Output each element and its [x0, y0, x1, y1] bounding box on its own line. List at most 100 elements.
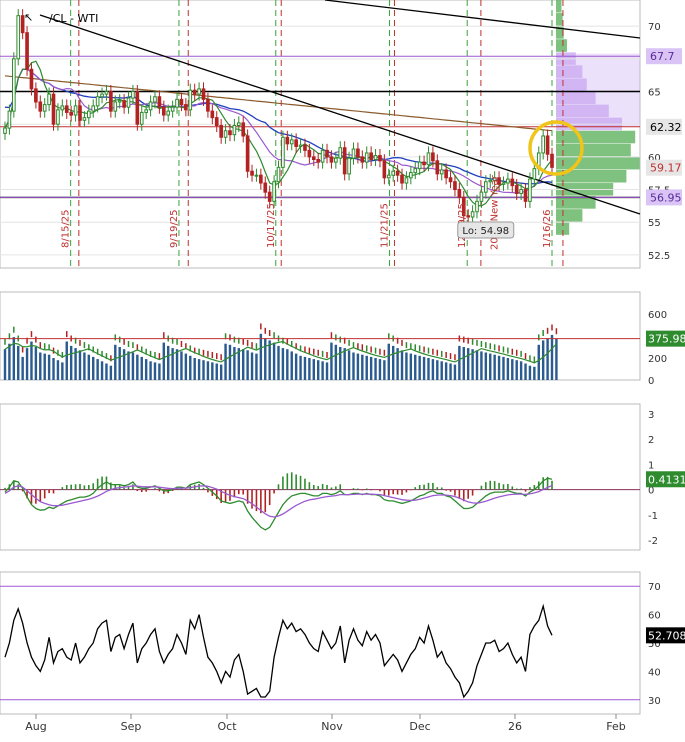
- candle-body: [91, 105, 96, 112]
- rsi-tick-label: 30: [648, 696, 661, 707]
- volume-bar: [52, 358, 55, 380]
- volume-bar: [272, 342, 276, 380]
- candle-body: [126, 97, 131, 108]
- candle: [135, 84, 140, 131]
- candle-body: [519, 189, 523, 194]
- candle-body: [86, 110, 91, 119]
- volume-bar: [39, 352, 42, 380]
- volume-bar: [149, 361, 152, 380]
- volume-bar: [87, 354, 91, 380]
- last-price-tag: 59.17: [650, 162, 682, 175]
- candle-body: [298, 144, 303, 147]
- candle-body: [431, 152, 435, 162]
- volume-bar: [321, 361, 324, 380]
- candle-body: [113, 101, 118, 112]
- symbol-title: /CL - WTI: [49, 12, 98, 25]
- volume-bar: [312, 359, 316, 380]
- candle-body: [51, 93, 56, 125]
- volume-bar: [511, 359, 514, 380]
- volume-bar: [167, 345, 170, 380]
- candle-body: [82, 117, 87, 121]
- rsi-tick-label: 70: [648, 582, 661, 593]
- candle-body: [104, 91, 109, 95]
- candle-body: [73, 105, 78, 116]
- candle-body: [117, 100, 122, 103]
- volume-bar: [294, 353, 298, 380]
- volume-bar: [61, 362, 64, 380]
- volume-bar: [528, 365, 532, 380]
- candle-body: [479, 191, 484, 202]
- volume-bar: [489, 353, 492, 380]
- candle-body: [285, 136, 290, 145]
- date-marker-label: 11/21/25: [380, 203, 391, 248]
- volume-bar: [414, 354, 417, 380]
- volume-bar: [158, 363, 161, 380]
- candle-body: [192, 89, 197, 95]
- candle: [281, 130, 285, 174]
- volume-bar: [374, 358, 377, 380]
- macd-axis-labels: -2-101230.41314: [646, 410, 685, 547]
- macd-tick-label: -1: [648, 511, 658, 522]
- volume-bar: [369, 356, 373, 380]
- volume-bar: [136, 354, 139, 380]
- volume-bar: [34, 347, 38, 380]
- candle-body: [201, 88, 206, 100]
- candle-body: [254, 174, 259, 177]
- candle-body: [56, 109, 60, 125]
- volume-bar: [175, 349, 179, 380]
- candle-body: [135, 91, 140, 125]
- candle-body: [351, 148, 356, 159]
- volume-profile-bar: [556, 39, 567, 52]
- candle-body: [453, 181, 457, 191]
- rsi-panel: 304050607052.708: [0, 571, 685, 715]
- candle-body: [153, 96, 157, 103]
- volume-bar: [444, 362, 448, 380]
- low-tag-label: Lo: 54.98: [462, 226, 509, 237]
- candle-body: [409, 172, 413, 179]
- candle-body: [219, 125, 223, 138]
- volume-tick-label: 0: [648, 376, 654, 387]
- month-label: Feb: [606, 720, 625, 733]
- volume-bar: [299, 355, 302, 380]
- volume-bar: [246, 350, 249, 380]
- volume-bar: [427, 358, 430, 380]
- candle-body: [422, 161, 426, 166]
- volume-bar: [281, 348, 285, 380]
- candle-body: [276, 166, 281, 183]
- chart-stage: 52.55557.56062.56567.5708/15/259/19/2510…: [0, 0, 685, 738]
- candle-body: [263, 182, 268, 193]
- volume-bar: [356, 353, 360, 380]
- candle-body: [11, 58, 16, 112]
- volume-profile-bar: [556, 130, 636, 144]
- candle-body: [250, 170, 254, 176]
- volume-bar: [127, 351, 130, 380]
- month-label: Sep: [121, 720, 142, 733]
- candle-body: [417, 161, 422, 170]
- volume-bar: [197, 359, 201, 380]
- candle-body: [289, 139, 294, 145]
- candle-body: [109, 91, 113, 112]
- volume-bar: [325, 362, 329, 380]
- candle-body: [267, 191, 272, 202]
- volume-bar: [453, 364, 457, 380]
- volume-bar: [8, 343, 11, 380]
- volume-profile-bar: [556, 13, 563, 26]
- candle: [51, 87, 56, 131]
- volume-bar: [189, 355, 192, 380]
- candle-body: [364, 152, 369, 163]
- volume-bar: [140, 356, 143, 380]
- candle-body: [179, 98, 184, 106]
- volume-bar: [184, 353, 188, 380]
- candle-body: [360, 156, 365, 163]
- candle-body: [395, 170, 400, 176]
- volume-bar: [241, 349, 245, 380]
- volume-axis-labels: 0200400600375.98: [646, 310, 685, 387]
- month-label: Nov: [321, 720, 343, 733]
- candle-body: [16, 15, 21, 60]
- candle-body: [3, 127, 7, 134]
- volume-bar: [502, 356, 505, 380]
- candle-body: [501, 182, 506, 185]
- volume-bar: [316, 360, 320, 380]
- candle-body: [545, 135, 550, 155]
- candle-body: [373, 155, 378, 160]
